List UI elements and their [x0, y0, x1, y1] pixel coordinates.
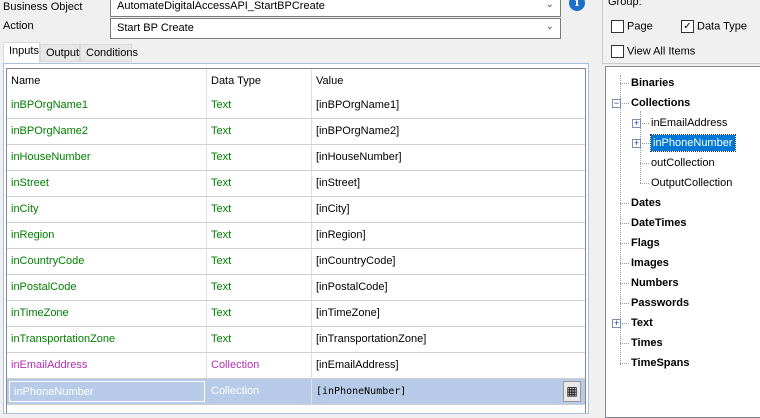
expand-icon[interactable]: + [632, 139, 641, 148]
row-value[interactable]: [inCountryCode] [312, 249, 585, 274]
tree-item-dates[interactable]: Dates [631, 195, 661, 211]
tree-item-flags[interactable]: Flags [631, 235, 660, 251]
tree-item-timespans[interactable]: TimeSpans [631, 355, 690, 371]
row-name[interactable]: inPostalCode [7, 275, 207, 300]
business-object-value: AutomateDigitalAccessAPI_StartBPCreate [117, 0, 325, 12]
row-value[interactable]: [inPostalCode] [312, 275, 585, 300]
inputs-panel: Name Data Type Value inBPOrgName1 Text [in… [3, 63, 589, 414]
row-data-type: Collection [207, 353, 312, 378]
table-row[interactable]: inCity Text [inCity] [7, 197, 585, 223]
table-row[interactable]: inEmailAddress Collection [inEmailAddress] [7, 353, 585, 379]
row-name[interactable]: inEmailAddress [7, 353, 207, 378]
row-data-type: Collection [207, 379, 312, 404]
row-name[interactable]: inTimeZone [7, 301, 207, 326]
row-name[interactable]: inStreet [7, 171, 207, 196]
header-name[interactable]: Name [7, 69, 207, 94]
tree-item-collection-child[interactable]: inPhoneNumber [650, 134, 736, 152]
view-all-checkbox[interactable]: View All Items [611, 45, 695, 58]
page-check-icon [611, 20, 624, 33]
row-data-type: Text [207, 301, 312, 326]
row-data-type: Text [207, 249, 312, 274]
action-value: Start BP Create [117, 22, 194, 34]
action-label: Action [3, 20, 34, 32]
row-data-type: Text [207, 145, 312, 170]
chevron-down-icon: ⌄ [545, 0, 554, 10]
row-name[interactable]: inPhoneNumber [9, 381, 205, 402]
tab-conditions[interactable]: Conditions [80, 44, 138, 62]
tree-item-datetimes[interactable]: DateTimes [631, 215, 686, 231]
tree-item-numbers[interactable]: Numbers [631, 275, 679, 291]
row-value[interactable]: [inCity] [312, 197, 585, 222]
table-row[interactable]: inBPOrgName2 Text [inBPOrgName2] [7, 119, 585, 145]
row-data-type: Text [207, 327, 312, 352]
row-name[interactable]: inCountryCode [7, 249, 207, 274]
group-box: Group: Page ✓ Data Type View All Items [602, 0, 760, 64]
data-type-label: Data Type [697, 20, 747, 33]
row-value[interactable]: [inTimeZone] [312, 301, 585, 326]
tab-inputs[interactable]: Inputs [3, 42, 40, 63]
row-name[interactable]: inBPOrgName1 [7, 93, 207, 118]
table-row[interactable]: inPostalCode Text [inPostalCode] [7, 275, 585, 301]
row-name[interactable]: inHouseNumber [7, 145, 207, 170]
header-data-type[interactable]: Data Type [207, 69, 312, 94]
expand-icon[interactable]: + [612, 319, 621, 328]
table-row[interactable]: inTransportationZone Text [inTransportatio… [7, 327, 585, 353]
data-type-check-icon: ✓ [681, 20, 694, 33]
calculator-icon[interactable]: ▦ [563, 381, 581, 402]
view-all-check-icon [611, 45, 624, 58]
tree-item-times[interactable]: Times [631, 335, 663, 351]
row-data-type: Text [207, 171, 312, 196]
expand-icon[interactable]: + [632, 119, 641, 128]
group-label: Group: [608, 0, 642, 8]
row-data-type: Text [207, 93, 312, 118]
table-row[interactable]: inPhoneNumber Collection [inPhoneNumber] ▦ [7, 379, 585, 405]
page-checkbox[interactable]: Page [611, 20, 653, 33]
business-object-combo[interactable]: AutomateDigitalAccessAPI_StartBPCreate ⌄ [110, 0, 561, 17]
tab-outputs[interactable]: Outputs [40, 44, 85, 62]
table-row[interactable]: inBPOrgName1 Text [inBPOrgName1] [7, 93, 585, 119]
row-data-type: Text [207, 197, 312, 222]
row-name[interactable]: inRegion [7, 223, 207, 248]
row-data-type: Text [207, 119, 312, 144]
row-value[interactable]: [inTransportationZone] [312, 327, 585, 352]
tree-item-collection-child[interactable]: outCollection [651, 155, 715, 171]
row-name[interactable]: inTransportationZone [7, 327, 207, 352]
row-value[interactable]: [inStreet] [312, 171, 585, 196]
tree-item-collections[interactable]: Collections [631, 95, 690, 111]
row-value[interactable]: [inBPOrgName1] [312, 93, 585, 118]
table-row[interactable]: inStreet Text [inStreet] [7, 171, 585, 197]
tree-item-collection-child[interactable]: OutputCollection [651, 175, 732, 191]
tree-item-images[interactable]: Images [631, 255, 669, 271]
grid-header: Name Data Type Value [7, 69, 585, 94]
row-value[interactable]: [inRegion] [312, 223, 585, 248]
row-value[interactable]: [inBPOrgName2] [312, 119, 585, 144]
info-icon[interactable]: i [569, 0, 585, 11]
view-all-label: View All Items [627, 45, 696, 58]
table-row[interactable]: inHouseNumber Text [inHouseNumber] [7, 145, 585, 171]
page-label: Page [627, 20, 653, 33]
data-items-tree: Binaries Collections − inEmailAddress + inPho… [605, 66, 760, 418]
row-value[interactable]: [inPhoneNumber] [312, 379, 585, 404]
business-object-label: Business Object [3, 1, 83, 13]
header-value[interactable]: Value [312, 69, 585, 94]
row-value[interactable]: [inHouseNumber] [312, 145, 585, 170]
row-name[interactable]: inBPOrgName2 [7, 119, 207, 144]
tree-item-collection-child[interactable]: inEmailAddress [651, 115, 727, 131]
chevron-down-icon: ⌄ [545, 21, 554, 32]
inputs-grid: Name Data Type Value inBPOrgName1 Text [in… [6, 68, 586, 413]
row-value[interactable]: [inEmailAddress] [312, 353, 585, 378]
table-row[interactable]: inTimeZone Text [inTimeZone] [7, 301, 585, 327]
tree-item-text[interactable]: Text [631, 315, 653, 331]
row-data-type: Text [207, 223, 312, 248]
table-row[interactable]: inRegion Text [inRegion] [7, 223, 585, 249]
data-type-checkbox[interactable]: ✓ Data Type [681, 20, 747, 33]
tree-item-passwords[interactable]: Passwords [631, 295, 689, 311]
row-data-type: Text [207, 275, 312, 300]
row-name[interactable]: inCity [7, 197, 207, 222]
collapse-icon[interactable]: − [612, 99, 621, 108]
tree-item-binaries[interactable]: Binaries [631, 75, 674, 91]
action-combo[interactable]: Start BP Create ⌄ [110, 18, 561, 39]
table-row[interactable]: inCountryCode Text [inCountryCode] [7, 249, 585, 275]
